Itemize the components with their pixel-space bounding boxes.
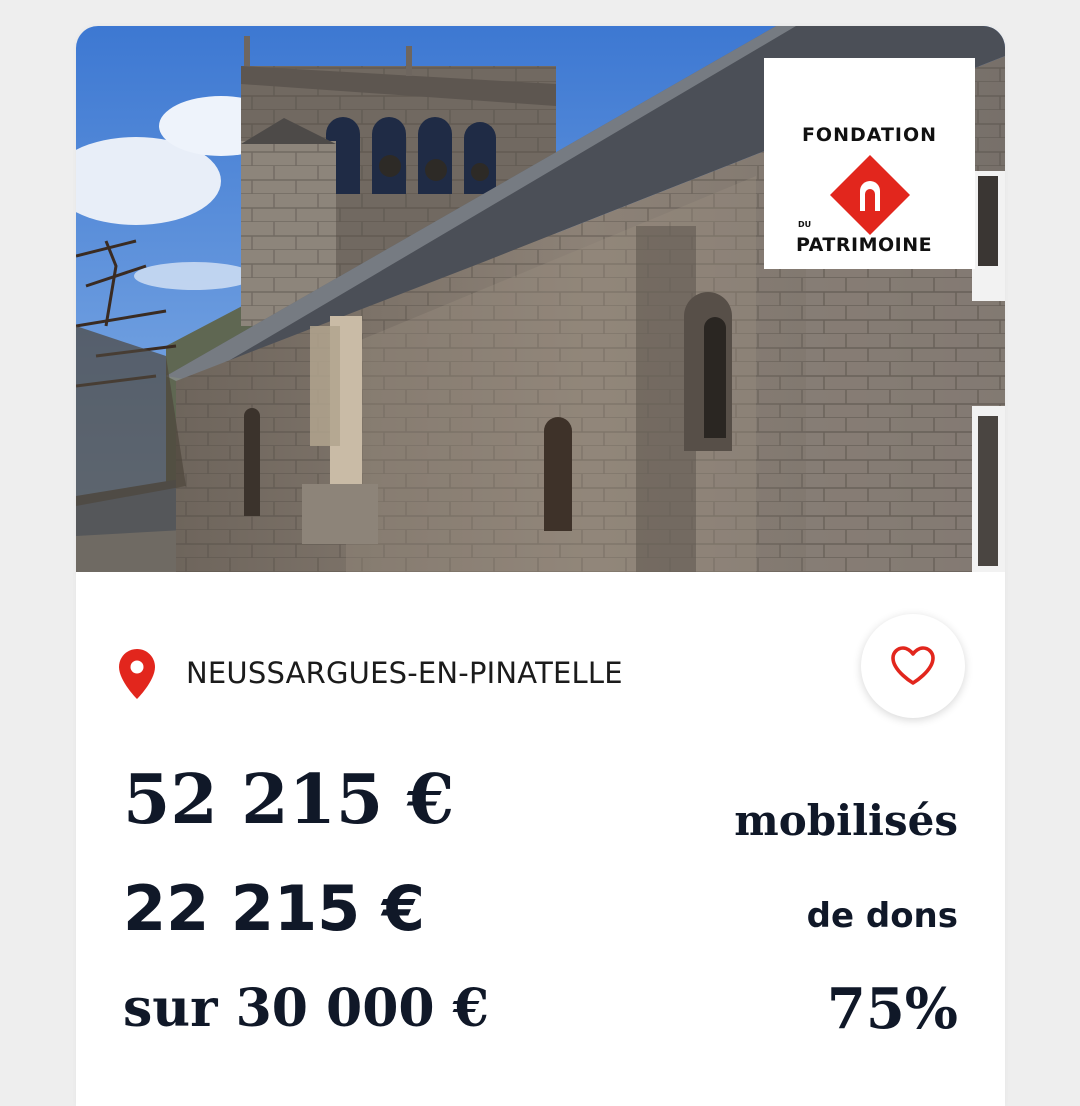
- heart-icon: [891, 646, 935, 685]
- project-card[interactable]: FONDATION DU PATRIMOINE NEUSSARGUES-EN-P…: [76, 26, 1005, 1106]
- favorite-button[interactable]: [861, 614, 965, 718]
- donations-amount: 22 215 €: [123, 872, 426, 945]
- funding-goal: sur 30 000 €: [123, 978, 489, 1039]
- logo-text-top: FONDATION: [801, 124, 938, 146]
- raised-label: mobilisés: [734, 796, 958, 845]
- raised-amount: 52 215 €: [123, 760, 455, 840]
- fondation-patrimoine-logo: FONDATION DU PATRIMOINE: [764, 58, 975, 269]
- project-location: NEUSSARGUES-EN-PINATELLE: [186, 656, 623, 690]
- fondation-patrimoine-logo-icon: [830, 155, 910, 235]
- funding-percent: 75%: [826, 976, 958, 1042]
- map-pin-icon: [119, 649, 155, 699]
- project-photo[interactable]: FONDATION DU PATRIMOINE: [76, 26, 1005, 572]
- logo-text-bottom: PATRIMOINE: [796, 234, 933, 256]
- logo-text-small: DU: [798, 220, 812, 229]
- donations-label: de dons: [806, 896, 958, 936]
